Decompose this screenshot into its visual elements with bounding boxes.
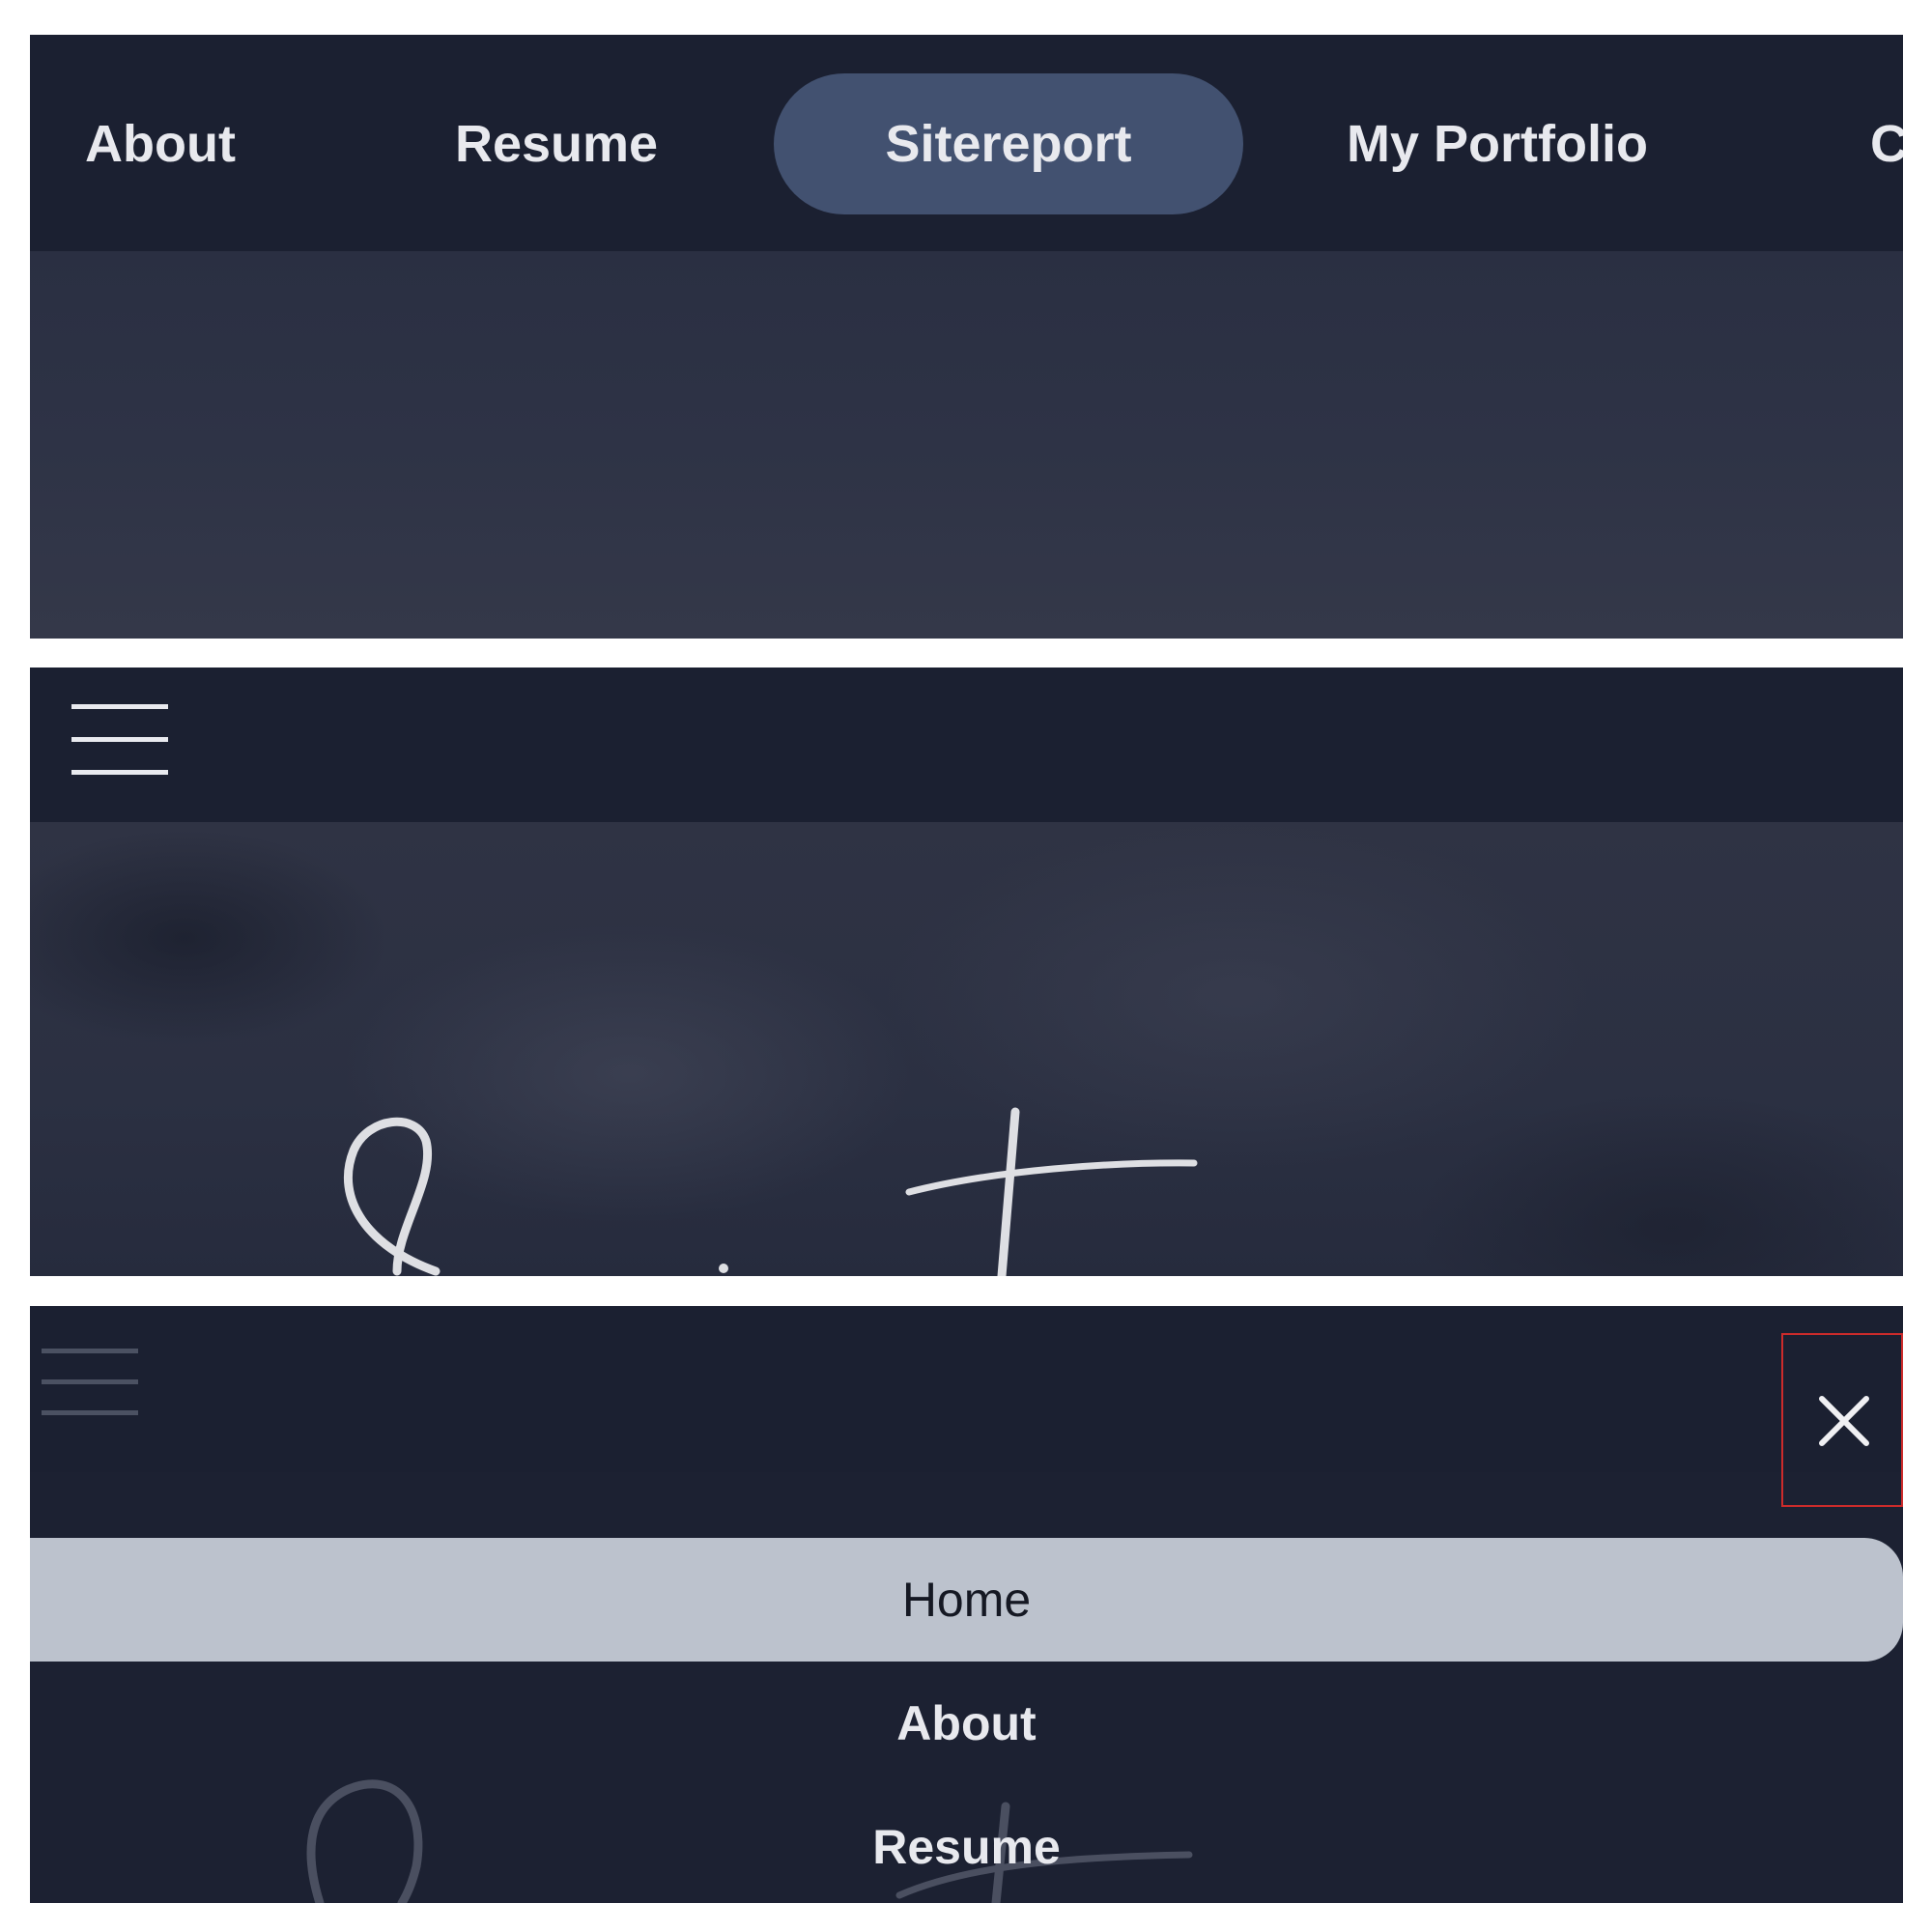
menu-item-resume[interactable]: Resume [30, 1785, 1903, 1903]
hero-background [30, 822, 1903, 1276]
nav-item-my-portfolio[interactable]: My Portfolio [1347, 73, 1648, 214]
menu-overlay: Home About Resume [30, 1306, 1903, 1903]
hero-background [30, 251, 1903, 639]
mobile-view-collapsed [30, 668, 1903, 1276]
close-icon [1819, 1396, 1869, 1446]
mobile-navigation-bar [30, 668, 1903, 822]
menu-item-home[interactable]: Home [30, 1538, 1903, 1662]
top-navigation-bar: About Resume Sitereport My Portfolio C [30, 35, 1903, 251]
nav-item-resume[interactable]: Resume [455, 73, 658, 214]
mobile-menu-list: Home About Resume [30, 1538, 1903, 1903]
mobile-navigation-bar [30, 1306, 1903, 1472]
menu-item-about[interactable]: About [30, 1662, 1903, 1785]
close-menu-button[interactable] [1781, 1333, 1903, 1507]
nav-item-sitereport[interactable]: Sitereport [774, 73, 1243, 214]
nav-item-about[interactable]: About [85, 73, 236, 214]
mobile-view-menu-open: Home About Resume [30, 1306, 1903, 1903]
hamburger-menu-icon[interactable] [42, 1349, 138, 1416]
desktop-view: About Resume Sitereport My Portfolio C [30, 35, 1903, 639]
hamburger-menu-icon[interactable] [71, 704, 168, 780]
nav-item-contact[interactable]: C [1870, 73, 1903, 214]
signature-logo [344, 1107, 1198, 1276]
